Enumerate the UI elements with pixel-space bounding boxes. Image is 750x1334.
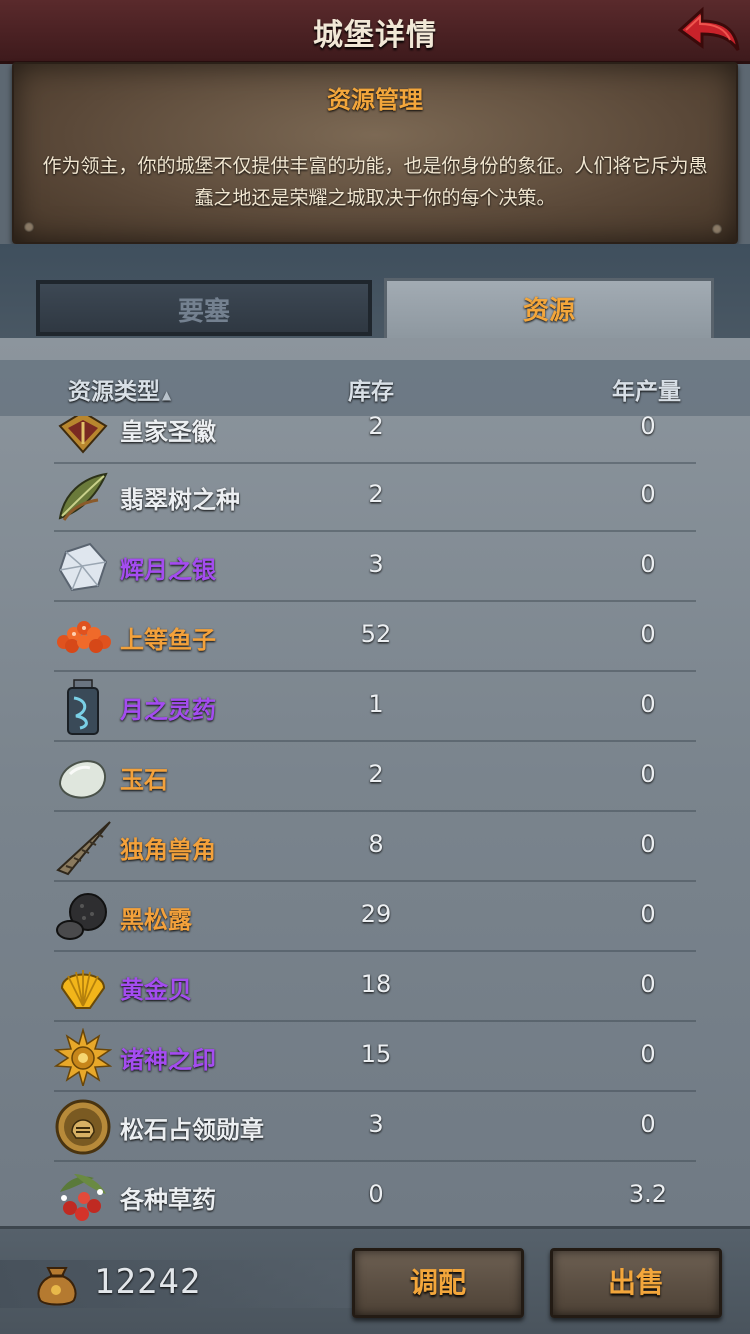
resource-stock: 3 [368,550,384,578]
resource-management-card: 资源管理 作为领主，你的城堡不仅提供丰富的功能，也是你身份的象征。人们将它斥为愚… [12,62,738,244]
resource-row[interactable]: 松石占领勋章 3 0 [0,1092,750,1162]
resource-list[interactable]: 皇家圣徽 2 0 翡翠树之种 2 0 辉月之银 3 0 上等鱼子 52 0 月之… [0,416,750,1222]
column-stock-header[interactable]: 库存 [348,372,394,406]
sell-button[interactable]: 出售 [550,1248,722,1318]
royal-crest-icon [58,416,108,454]
jade-stone-icon [58,760,106,799]
caviar-icon [57,621,111,653]
info-description: 作为领主，你的城堡不仅提供丰富的功能，也是你身份的象征。人们将它斥为愚蠢之地还是… [42,155,708,209]
gold-sack-icon [37,1267,77,1306]
resource-yearly: 0 [640,550,656,578]
resource-yearly: 0 [640,760,656,788]
resource-name: 诸神之印 [120,1046,216,1074]
resource-stock: 0 [368,1180,384,1208]
back-arrow-icon [677,6,740,51]
resource-stock: 2 [368,416,384,440]
resource-yearly: 0 [640,690,656,718]
resource-name: 上等鱼子 [120,626,216,654]
resource-row[interactable]: 翡翠树之种 2 0 [0,462,750,532]
resource-yearly: 0 [640,1110,656,1138]
resource-stock: 15 [360,1040,392,1068]
black-truffle-icon [56,893,107,940]
resource-row[interactable]: 各种草药 0 3.2 [0,1162,750,1222]
resource-row[interactable]: 黄金贝 18 0 [0,952,750,1022]
helmet-medal-icon [55,1099,111,1155]
leaf-seed-icon [58,472,108,521]
sort-asc-icon: ▲ [162,388,172,402]
resource-yearly: 0 [640,830,656,858]
rivet-icon [712,224,722,234]
resource-row[interactable]: 上等鱼子 52 0 [0,602,750,672]
resource-stock: 52 [360,620,392,648]
herbs-berries-icon [60,1174,106,1221]
resource-row[interactable]: 黑松露 29 0 [0,882,750,952]
resource-stock: 3 [368,1110,384,1138]
potion-bottle-icon [67,679,99,735]
resource-name: 独角兽角 [120,836,216,864]
gold-amount: 12242 [94,1262,202,1302]
unicorn-horn-icon [56,821,111,876]
title-bar: 城堡详情 [0,0,750,64]
sun-seal-icon [54,1028,112,1086]
resource-name: 月之灵药 [120,696,216,724]
back-button[interactable] [672,4,742,56]
resource-row[interactable]: 皇家圣徽 2 0 [0,416,750,464]
resource-name: 皇家圣徽 [120,418,216,446]
resource-yearly: 0 [640,1040,656,1068]
resource-name: 玉石 [120,766,168,794]
resource-yearly: 0 [640,480,656,508]
resource-stock: 8 [368,830,384,858]
resource-name: 各种草药 [120,1186,216,1214]
silver-crystal-icon [58,542,108,592]
resource-row[interactable]: 诸神之印 15 0 [0,1022,750,1092]
resource-name: 黄金贝 [120,976,192,1004]
resource-stock: 1 [368,690,384,718]
column-type-label: 资源类型 [68,379,160,405]
column-type-header[interactable]: 资源类型 ▲ [68,372,171,406]
resource-row[interactable]: 独角兽角 8 0 [0,812,750,882]
resource-stock: 29 [360,900,392,928]
resource-yearly: 0 [640,970,656,998]
tab-resources[interactable]: 资源 [384,278,714,340]
rivet-icon [24,222,34,232]
resource-name: 黑松露 [120,906,192,934]
resource-stock: 2 [368,480,384,508]
tab-fortress[interactable]: 要塞 [36,280,372,336]
resource-yearly: 0 [640,900,656,928]
resource-name: 翡翠树之种 [120,486,240,514]
resource-stock: 2 [368,760,384,788]
allocate-button[interactable]: 调配 [352,1248,524,1318]
resource-stock: 18 [360,970,392,998]
resource-yearly: 0 [640,620,656,648]
resource-row[interactable]: 玉石 2 0 [0,742,750,812]
info-title: 资源管理 [327,86,423,114]
resource-yearly: 0 [640,416,656,440]
resource-row[interactable]: 辉月之银 3 0 [0,532,750,602]
column-yearly-header[interactable]: 年产量 [612,372,681,406]
page-title: 城堡详情 [313,18,437,53]
resource-row[interactable]: 月之灵药 1 0 [0,672,750,742]
resource-name: 松石占领勋章 [120,1116,264,1144]
resource-name: 辉月之银 [120,556,216,584]
golden-shell-icon [60,970,106,1009]
resource-yearly: 3.2 [628,1180,668,1208]
